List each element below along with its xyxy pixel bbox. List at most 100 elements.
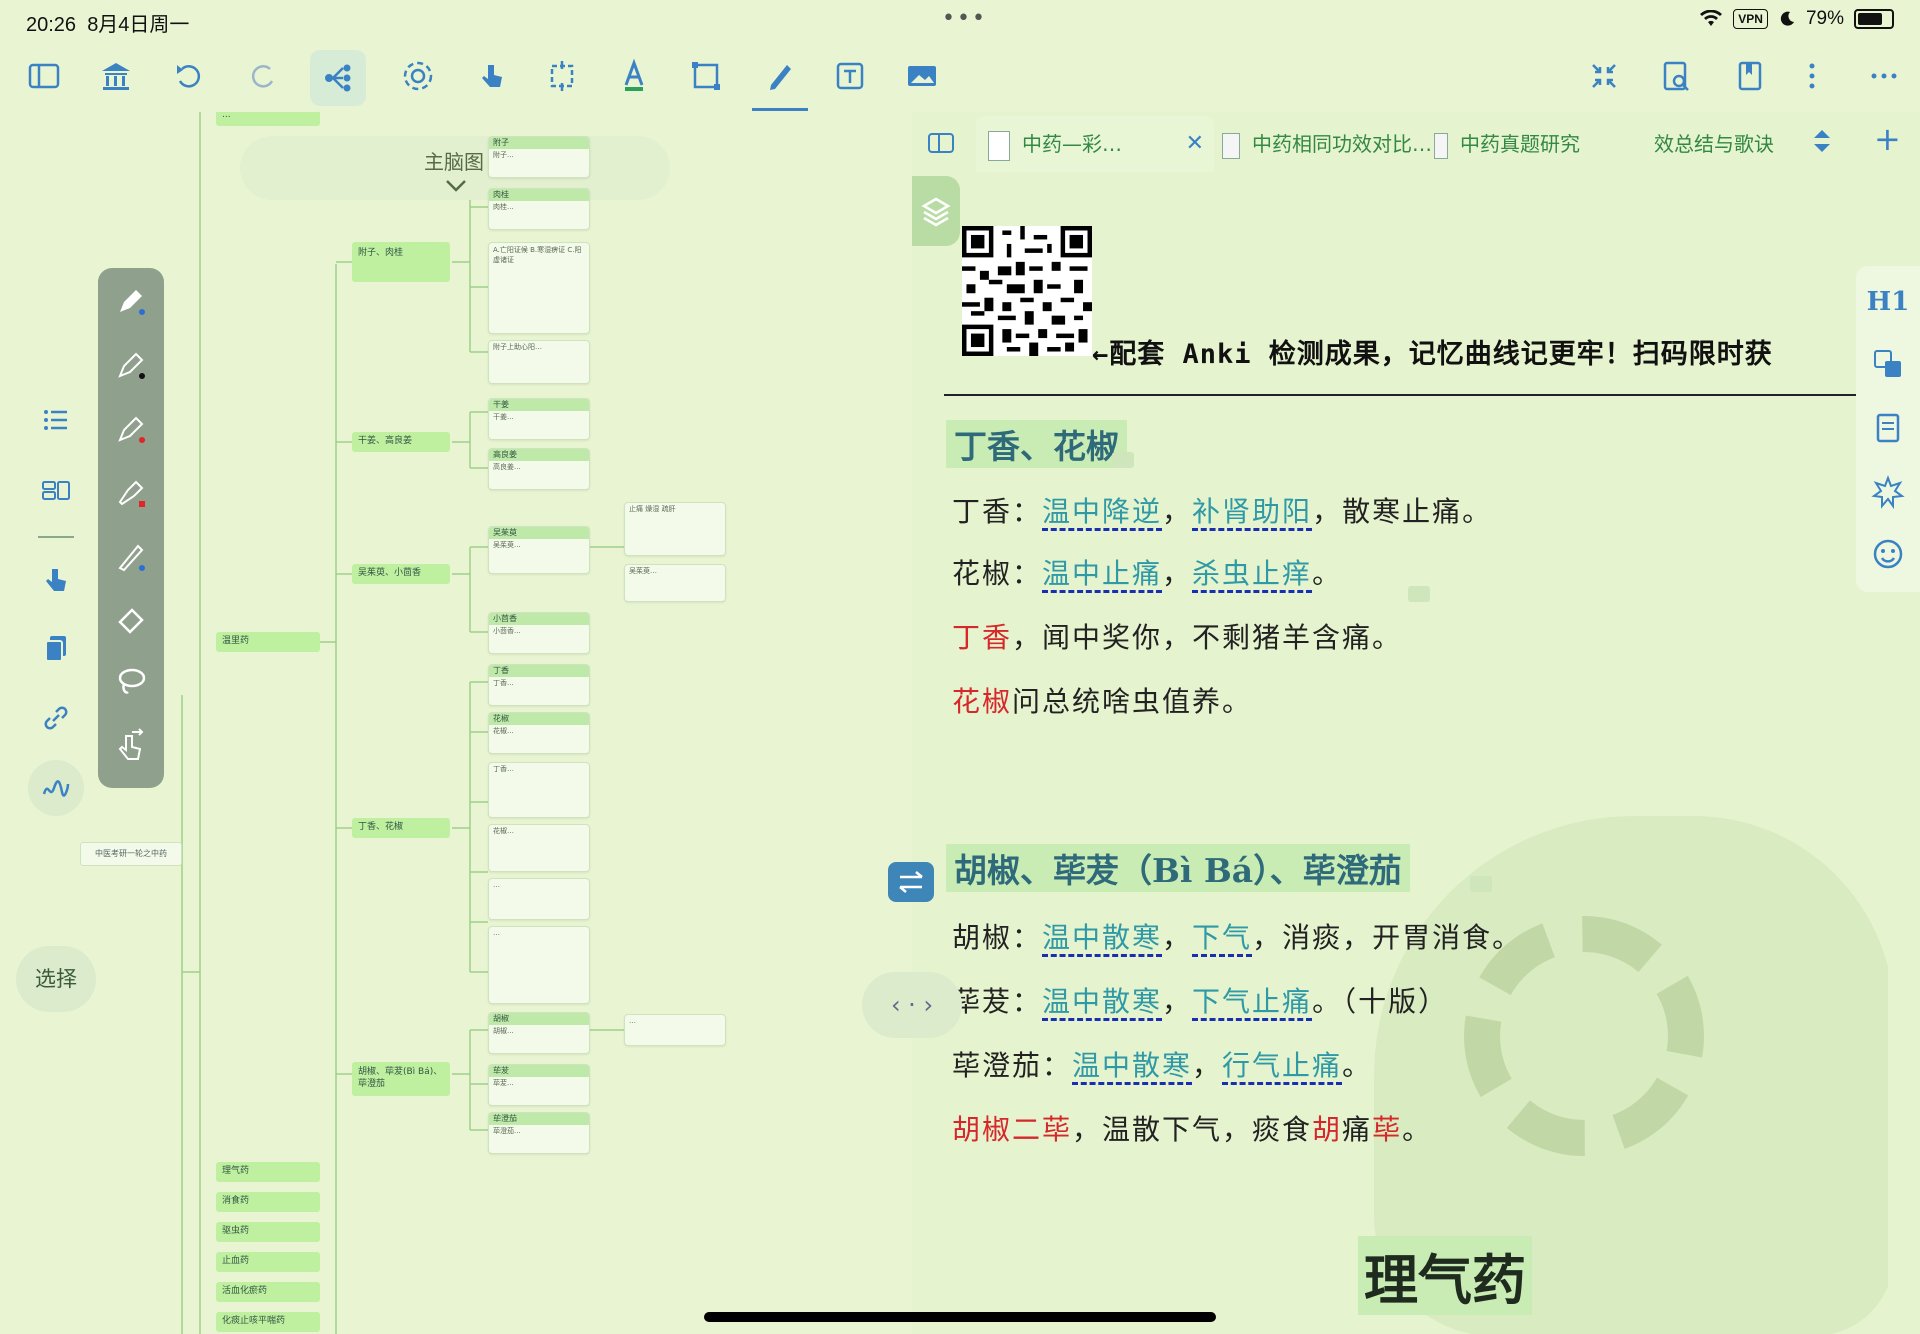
leaf-node[interactable]: 胡椒 胡椒... [488, 1012, 590, 1054]
scribble-icon[interactable] [28, 760, 84, 816]
status-date: 8月4日周一 [87, 14, 190, 36]
rectangle-select-icon[interactable] [678, 44, 734, 108]
mindmap-root-node[interactable]: 中医考研一轮之中药 [80, 842, 182, 866]
branch-ganjiang[interactable]: 干姜、高良姜 [352, 432, 450, 452]
tab-compare[interactable]: 中药相同功效对比… [1212, 116, 1452, 172]
hand-tool-icon[interactable] [28, 556, 84, 604]
heading-h1-button[interactable]: H1 [1866, 280, 1910, 324]
split-view-icon[interactable] [926, 128, 956, 162]
leaf-node[interactable]: 附子上助心阳… [488, 340, 590, 384]
branch-zhixue[interactable]: 止血药 [216, 1252, 320, 1272]
undo-icon[interactable] [162, 44, 218, 108]
tab-songs[interactable]: 效总结与歌诀 [1654, 116, 1782, 172]
pen-edit-icon[interactable] [752, 44, 808, 111]
dictionary-icon[interactable] [1866, 406, 1910, 450]
branch-hujiao[interactable]: 胡椒、荜茇(Bì Bá)、荜澄茄 [352, 1062, 450, 1096]
leaf-node[interactable]: 吴茱萸 吴茱萸... [488, 526, 590, 574]
touch-gesture-icon[interactable] [110, 724, 152, 766]
search-document-icon[interactable] [1648, 44, 1704, 108]
select-button[interactable]: 选择 [16, 946, 96, 1012]
document-content[interactable]: ←配套 Anki 检测成果，记忆曲线记更牢！扫码限时获 丁香、花椒 丁香：温中降… [944, 176, 1888, 1334]
starburst-icon[interactable] [1866, 470, 1910, 514]
more-horizontal-icon[interactable] [1856, 44, 1912, 108]
branch-wuzhuyu[interactable]: 吴茱萸、小茴香 [352, 564, 450, 584]
leaf-node[interactable]: 干姜 干姜... [488, 398, 590, 440]
leaf-node[interactable]: 荜茇 荜茇... [488, 1064, 590, 1106]
highlighter-red-icon[interactable] [110, 472, 152, 514]
branch-huatan[interactable]: 化痰止咳平喘药 [216, 1312, 320, 1332]
swap-arrows-icon [899, 871, 923, 893]
tab-sort-icon[interactable] [1810, 126, 1834, 160]
hand-pointer-icon[interactable] [464, 44, 520, 108]
leaf-node[interactable]: 附子 附子... [488, 136, 590, 178]
translate-icon[interactable] [1866, 342, 1910, 386]
mindmap-icon[interactable] [310, 50, 366, 106]
tab-active[interactable]: 中药—彩… ✕ [976, 116, 1214, 172]
home-indicator[interactable] [704, 1312, 1216, 1322]
pen-red-icon[interactable] [110, 408, 152, 450]
leaf-node[interactable]: 肉桂 肉桂... [488, 188, 590, 230]
documents-icon[interactable] [28, 624, 84, 672]
branch-dingxiang-huajiao[interactable]: 丁香、花椒 [352, 818, 450, 838]
leaf-node[interactable]: … [624, 1014, 726, 1046]
more-vertical-icon[interactable] [1784, 44, 1840, 108]
comment-icon[interactable] [1408, 586, 1430, 602]
heading-dingxiang-huajiao: 丁香、花椒 [946, 420, 1127, 468]
library-icon[interactable] [88, 44, 144, 108]
battery-icon [1854, 9, 1894, 29]
layout-card-icon[interactable] [28, 466, 84, 514]
crop-expand-icon[interactable] [534, 44, 590, 108]
chevron-down-icon[interactable] [444, 178, 468, 194]
moon-icon [1780, 11, 1794, 26]
leaf-node[interactable]: 丁香… [488, 762, 590, 818]
leaf-node[interactable]: … [488, 878, 590, 920]
qr-code[interactable] [962, 226, 1092, 356]
multitask-dots-icon[interactable]: ••• [942, 6, 987, 31]
link-icon[interactable] [28, 694, 84, 742]
heading-liqi: 理气药 [1358, 1236, 1532, 1315]
comment-icon[interactable] [1112, 452, 1134, 468]
tab-exam[interactable]: 中药真题研究 [1432, 116, 1632, 172]
collapse-arrows-icon[interactable] [1576, 44, 1632, 108]
layers-button[interactable] [912, 176, 960, 246]
leaf-node[interactable]: 花椒… [488, 824, 590, 872]
leaf-node[interactable]: 丁香 丁香... [488, 664, 590, 706]
branch-xiaoshi[interactable]: 消食药 [216, 1192, 320, 1212]
leaf-node[interactable]: A.亡阳证候 B.寒湿痹证 C.阳虚诸证 [488, 242, 590, 334]
branch-wenli[interactable]: 温里药 [216, 632, 320, 652]
leaf-node[interactable]: 荜澄茄 荜澄茄... [488, 1112, 590, 1154]
image-icon[interactable] [894, 44, 950, 108]
branch-fuzi-rougui[interactable]: 附子、肉桂 [352, 242, 450, 282]
page-nav-arrows[interactable]: ‹ · › [862, 972, 962, 1038]
wifi-icon [1700, 10, 1723, 26]
pencil-blue-icon[interactable] [110, 536, 152, 578]
bookmark-book-icon[interactable] [1722, 44, 1778, 108]
branch-top-clipped[interactable]: ... [216, 112, 320, 126]
text-color-icon[interactable] [606, 44, 662, 108]
leaf-node[interactable]: 吴茱萸… [624, 564, 726, 602]
fountain-pen-blue-icon[interactable] [110, 280, 152, 322]
pen-black-icon[interactable] [110, 344, 152, 386]
outline-list-icon[interactable] [28, 396, 84, 444]
top-toolbar [0, 44, 1920, 112]
leaf-node[interactable]: 小茴香 小茴香... [488, 612, 590, 654]
emoji-face-icon[interactable] [1866, 532, 1910, 576]
add-tab-button[interactable]: + [1874, 120, 1901, 158]
leaf-node[interactable]: 花椒 花椒... [488, 712, 590, 754]
leaf-node[interactable]: … [488, 926, 590, 1004]
text-box-icon[interactable] [822, 44, 878, 108]
comment-icon[interactable] [1470, 876, 1492, 892]
leaf-node[interactable]: 止痛 燥湿 疏肝 [624, 502, 726, 556]
branch-quchong[interactable]: 驱虫药 [216, 1222, 320, 1242]
close-icon[interactable]: ✕ [1186, 116, 1204, 172]
gear-sync-icon[interactable] [390, 44, 446, 108]
sidebar-toggle-icon[interactable] [16, 44, 72, 108]
redo-icon[interactable] [234, 44, 290, 108]
branch-huoxue[interactable]: 活血化瘀药 [216, 1282, 320, 1302]
branch-liqi[interactable]: 理气药 [216, 1162, 320, 1182]
lasso-icon[interactable] [110, 660, 152, 702]
file-icon [1434, 132, 1448, 159]
eraser-icon[interactable] [110, 598, 152, 640]
leaf-node[interactable]: 高良姜 高良姜... [488, 448, 590, 490]
swap-panels-button[interactable] [888, 862, 934, 902]
